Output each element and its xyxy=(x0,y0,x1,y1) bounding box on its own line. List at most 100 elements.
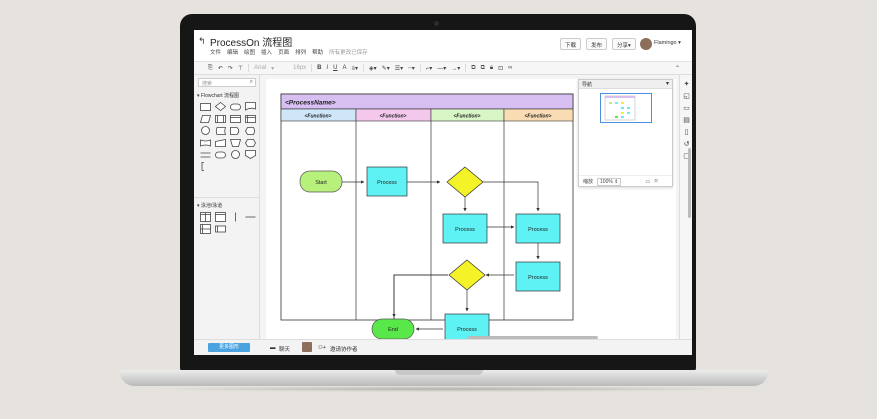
menu-help[interactable]: 帮助 xyxy=(312,48,323,56)
line-start-icon[interactable]: —▾ xyxy=(437,65,446,72)
toolbar-divider xyxy=(363,64,365,72)
line-shape-icon[interactable] xyxy=(200,150,211,159)
avatar[interactable] xyxy=(302,342,312,352)
align-icon[interactable]: ≡▾ xyxy=(352,65,359,72)
toolbar-divider xyxy=(465,64,467,72)
user-menu[interactable]: Flamingo ▾ xyxy=(654,40,681,46)
flowchart-shapes xyxy=(200,102,257,171)
front-icon[interactable]: ⧉ xyxy=(471,65,475,72)
rectangle-shape-icon[interactable] xyxy=(200,102,211,111)
line-end-icon[interactable]: →▾ xyxy=(451,65,460,72)
file-icon[interactable]: ▯ xyxy=(683,129,690,136)
start-label: Start xyxy=(315,180,327,186)
chat-label[interactable]: 聊天 xyxy=(279,345,290,353)
process-label-1: Process xyxy=(377,180,397,186)
line-color-icon[interactable]: ✎▾ xyxy=(382,65,390,72)
zoom-input[interactable]: 100% ⇕ xyxy=(597,177,622,186)
link-icon[interactable]: ∞ xyxy=(508,65,512,71)
add-user-icon[interactable]: ⚇+ xyxy=(318,345,326,351)
toolbar-divider xyxy=(248,64,250,72)
underline-button[interactable]: U xyxy=(333,65,337,71)
unlock-icon[interactable]: ⊡ xyxy=(498,65,503,72)
menu-insert[interactable]: 插入 xyxy=(261,48,272,56)
bracket-shape-icon[interactable] xyxy=(200,162,211,171)
document-shape-icon[interactable] xyxy=(245,102,256,111)
search-icon[interactable]: ⌕ xyxy=(250,79,253,86)
collapse-arrow-icon[interactable]: ▾ xyxy=(666,80,669,87)
italic-button[interactable]: I xyxy=(327,65,329,71)
rounded-rect-shape-icon[interactable] xyxy=(230,102,241,111)
brush-icon[interactable]: ⊤ xyxy=(238,65,243,72)
navigator-panel: 导航 ▾ 缩放 100% ⇕ ▭ ⤧ xyxy=(578,79,673,187)
lock-icon[interactable]: 🔒︎ xyxy=(490,65,493,72)
trapezoid-shape-icon[interactable] xyxy=(230,138,241,147)
parallelogram-shape-icon[interactable] xyxy=(200,114,211,123)
font-family-select[interactable]: Arial xyxy=(254,65,266,71)
process-label-3: Process xyxy=(528,227,548,233)
vertical-pool-shape-icon[interactable] xyxy=(200,211,211,222)
app-header: ↰ ProcessOn 流程图 文件 编辑 绘图 插入 页面 排列 帮助 所有更… xyxy=(194,30,692,61)
stored-data-shape-icon[interactable] xyxy=(230,114,241,123)
process-label-2: Process xyxy=(455,227,475,233)
collapse-icon[interactable]: ⌃ xyxy=(675,65,680,72)
format-painter-icon[interactable]: ⎘ xyxy=(208,65,213,72)
line-width-icon[interactable]: ☰▾ xyxy=(395,65,403,72)
download-button[interactable]: 下载 xyxy=(560,38,582,50)
back-arrow-icon[interactable]: ↰ xyxy=(198,36,206,47)
manual-input-shape-icon[interactable] xyxy=(215,138,226,147)
share-button[interactable]: 分享▾ xyxy=(612,38,636,50)
menu-file[interactable]: 文件 xyxy=(210,48,221,56)
horizontal-pool-shape-icon[interactable] xyxy=(200,223,211,234)
history-icon[interactable]: ↺ xyxy=(683,141,690,148)
vertical-lane-shape-icon[interactable] xyxy=(215,211,226,222)
save-status: 所有更改已保存 xyxy=(329,50,368,56)
connector-icon[interactable]: ⌐▾ xyxy=(426,65,433,72)
avatar[interactable] xyxy=(640,38,652,50)
format-icon[interactable]: ◱ xyxy=(683,93,690,100)
fit-icon[interactable]: ⤧ xyxy=(654,179,658,185)
undo-icon[interactable]: ↶ xyxy=(218,65,223,72)
font-color-button[interactable]: A xyxy=(343,65,347,71)
vertical-separator-shape-icon[interactable] xyxy=(230,212,241,221)
menu-draw[interactable]: 绘图 xyxy=(244,48,255,56)
hexagon-shape-icon[interactable] xyxy=(245,138,256,147)
navigator-thumbnail[interactable] xyxy=(600,93,652,123)
invite-collaborator[interactable]: 邀请协作者 xyxy=(330,345,358,353)
page-icon[interactable]: ▭ xyxy=(683,105,690,112)
connector-shape-icon[interactable] xyxy=(230,150,241,159)
chat-icon[interactable]: ▬ xyxy=(270,345,276,351)
display-shape-icon[interactable] xyxy=(245,126,256,135)
menu-edit[interactable]: 编辑 xyxy=(227,48,238,56)
publish-button[interactable]: 发布 xyxy=(586,38,608,50)
vertical-scrollbar[interactable] xyxy=(688,148,691,218)
terminator-shape-icon[interactable] xyxy=(215,150,226,159)
internal-storage-shape-icon[interactable] xyxy=(245,114,256,123)
fullscreen-icon[interactable]: ▭ xyxy=(645,179,650,185)
more-shapes-button[interactable]: 更多图形 xyxy=(208,343,250,352)
menu-arrange[interactable]: 排列 xyxy=(295,48,306,56)
camera xyxy=(434,21,439,26)
section-swimlane[interactable]: ▾ 泳池/泳道 xyxy=(197,202,222,209)
line-style-icon[interactable]: ┄▾ xyxy=(408,65,415,72)
offpage-shape-icon[interactable] xyxy=(245,150,256,159)
menu-page[interactable]: 页面 xyxy=(278,48,289,56)
circle-shape-icon[interactable] xyxy=(200,126,211,135)
horizontal-separator-shape-icon[interactable] xyxy=(245,212,256,221)
back-icon[interactable]: ⧉ xyxy=(481,65,485,72)
fill-color-icon[interactable]: ◈▾ xyxy=(369,65,377,72)
delay-shape-icon[interactable] xyxy=(230,126,241,135)
document-title[interactable]: ProcessOn 流程图 xyxy=(210,34,292,49)
navigator-icon[interactable]: ✦ xyxy=(683,81,690,88)
bold-button[interactable]: B xyxy=(317,65,321,71)
diamond-shape-icon[interactable] xyxy=(215,102,226,111)
card-shape-icon[interactable] xyxy=(200,138,211,147)
redo-icon[interactable]: ↷ xyxy=(228,65,233,72)
section-flowchart[interactable]: ▾ Flowchart 流程图 xyxy=(197,92,239,99)
font-size-select[interactable]: 16px xyxy=(293,65,306,71)
end-label: End xyxy=(388,327,398,333)
predefined-process-shape-icon[interactable] xyxy=(215,114,226,123)
horizontal-lane-shape-icon[interactable] xyxy=(215,224,226,233)
data-storage-shape-icon[interactable] xyxy=(215,126,226,135)
search-input[interactable]: 搜索 ⌕ xyxy=(198,78,256,87)
data-icon[interactable]: ▤ xyxy=(683,117,690,124)
